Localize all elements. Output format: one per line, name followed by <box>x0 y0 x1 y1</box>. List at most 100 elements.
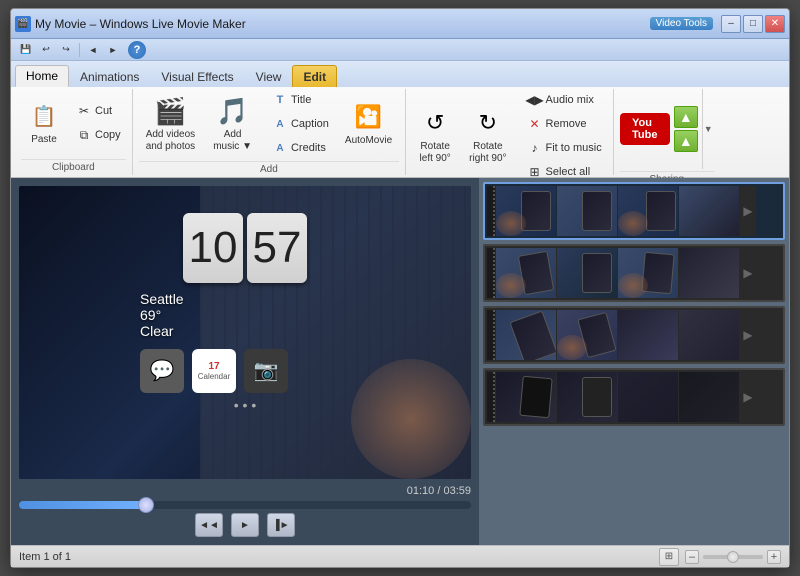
clock-hour: 10 <box>183 213 243 283</box>
status-bar: Item 1 of 1 ⊞ – + <box>11 545 789 567</box>
play-button[interactable]: ► <box>231 513 259 537</box>
film-frame-1b <box>557 186 617 236</box>
sharing-group: YouTube ▲ ▲ ▼ Sharing <box>614 89 720 175</box>
minimize-button[interactable]: – <box>721 15 741 33</box>
messages-icon: 💬 <box>140 349 184 393</box>
preview-panel: 10 57 Seattle 69° Clear 💬 17 C <box>11 178 479 545</box>
temperature: 69° <box>140 307 360 323</box>
forward-button[interactable]: ▐► <box>267 513 295 537</box>
youtube-icon[interactable]: YouTube <box>620 113 670 145</box>
zoom-in-button[interactable]: + <box>767 550 781 564</box>
mini-hand <box>557 335 587 360</box>
back-button[interactable]: ◄ <box>84 42 102 58</box>
film-holes-left <box>487 248 495 298</box>
share-button-2[interactable]: ▲ <box>674 130 698 152</box>
quick-access-toolbar: 💾 ↩ ↪ ◄ ► ? <box>11 39 789 61</box>
credits-icon: A <box>272 140 288 156</box>
cut-label: Cut <box>95 105 112 117</box>
maximize-button[interactable]: □ <box>743 15 763 33</box>
fit-music-icon: ♪ <box>527 140 543 156</box>
frame-img <box>679 372 739 422</box>
film-clip-3[interactable]: ▶ <box>483 306 785 364</box>
phone-app-icons: 💬 17 Calendar 📷 <box>130 349 360 393</box>
tab-home[interactable]: Home <box>15 65 69 87</box>
credits-button[interactable]: A Credits <box>267 137 334 159</box>
window-controls: – □ ✕ <box>721 15 785 33</box>
frame-img <box>618 186 678 236</box>
frame-img <box>496 186 556 236</box>
rotate-left-icon: ↺ <box>419 107 451 139</box>
clipboard-group-label: Clipboard <box>21 159 126 175</box>
editing-group: ↺ Rotateleft 90° ↻ Rotateright 90° ◀▶ Au… <box>406 89 614 175</box>
tab-animations[interactable]: Animations <box>69 65 150 87</box>
automovie-label: AutoMovie <box>345 135 392 147</box>
help-button[interactable]: ? <box>128 41 146 59</box>
frame-img <box>618 310 678 360</box>
time-display: 01:10 / 03:59 <box>19 485 471 497</box>
rotate-right-button[interactable]: ↻ Rotateright 90° <box>462 102 513 170</box>
film-holes-left <box>487 372 495 422</box>
film-holes-left <box>487 310 495 360</box>
share-button-1[interactable]: ▲ <box>674 106 698 128</box>
film-frame-1a <box>496 186 556 236</box>
film-next-arrow: ▶ <box>740 310 756 360</box>
editing-options-col: ◀▶ Audio mix ✕ Remove ♪ Fit to music ⊞ <box>522 89 607 183</box>
title-button[interactable]: T Title <box>267 89 334 111</box>
rotate-left-label: Rotateleft 90° <box>420 141 451 165</box>
rotate-right-icon: ↻ <box>472 107 504 139</box>
film-holes-left <box>487 186 495 236</box>
toolbar-separator <box>79 43 80 57</box>
sharing-dropdown[interactable]: ▼ <box>702 89 714 169</box>
tab-edit[interactable]: Edit <box>292 65 337 87</box>
automovie-button[interactable]: 🎦 AutoMovie <box>338 96 399 152</box>
mini-hand <box>496 273 526 298</box>
window-title: My Movie – Windows Live Movie Maker <box>35 17 650 31</box>
cut-button[interactable]: ✂ Cut <box>71 100 126 122</box>
tab-visual-effects[interactable]: Visual Effects <box>150 65 244 87</box>
frame-img <box>496 372 556 422</box>
save-button[interactable]: 💾 <box>17 42 35 58</box>
copy-label: Copy <box>95 129 121 141</box>
progress-bar[interactable] <box>19 501 471 509</box>
caption-button[interactable]: A Caption <box>267 113 334 135</box>
status-text: Item 1 of 1 <box>19 551 71 563</box>
film-frame-3b <box>557 310 617 360</box>
film-clip-4[interactable]: ▶ <box>483 368 785 426</box>
film-clip-2[interactable]: ▶ <box>483 244 785 302</box>
film-frame-4c <box>618 372 678 422</box>
add-music-button[interactable]: 🎵 Addmusic ▼ <box>206 90 259 158</box>
film-frame-3c <box>618 310 678 360</box>
redo-button[interactable]: ↪ <box>57 42 75 58</box>
clock-display: 10 57 <box>130 213 360 283</box>
film-clip-1[interactable]: ▶ <box>483 182 785 240</box>
film-frame-2d <box>679 248 739 298</box>
fit-to-music-button[interactable]: ♪ Fit to music <box>522 137 607 159</box>
film-frame-3a <box>496 310 556 360</box>
mini-phone <box>646 191 676 231</box>
zoom-track[interactable] <box>703 555 763 559</box>
zoom-out-button[interactable]: – <box>685 550 699 564</box>
remove-button[interactable]: ✕ Remove <box>522 113 607 135</box>
city-name: Seattle <box>140 291 360 307</box>
rewind-button[interactable]: ◄◄ <box>195 513 223 537</box>
film-frame-2c <box>618 248 678 298</box>
undo-button[interactable]: ↩ <box>37 42 55 58</box>
audio-mix-button[interactable]: ◀▶ Audio mix <box>522 89 607 111</box>
progress-fill <box>19 501 146 509</box>
film-next-arrow: ▶ <box>740 248 756 298</box>
add-videos-label: Add videos and photos <box>146 129 196 153</box>
storyboard-view-button[interactable]: ⊞ <box>659 548 679 566</box>
forward-nav-button[interactable]: ► <box>104 42 122 58</box>
copy-button[interactable]: ⧉ Copy <box>71 124 126 146</box>
close-button[interactable]: ✕ <box>765 15 785 33</box>
paste-button[interactable]: 📋 Paste <box>21 95 67 151</box>
zoom-thumb[interactable] <box>727 551 739 563</box>
frame-img <box>557 248 617 298</box>
title-icon: T <box>272 92 288 108</box>
progress-thumb[interactable] <box>138 497 154 513</box>
rotate-left-button[interactable]: ↺ Rotateleft 90° <box>412 102 458 170</box>
remove-icon: ✕ <box>527 116 543 132</box>
add-videos-button[interactable]: 🎬 Add videos and photos <box>139 90 203 158</box>
tab-view[interactable]: View <box>245 65 293 87</box>
storyboard-panel: ▶ <box>479 178 789 545</box>
